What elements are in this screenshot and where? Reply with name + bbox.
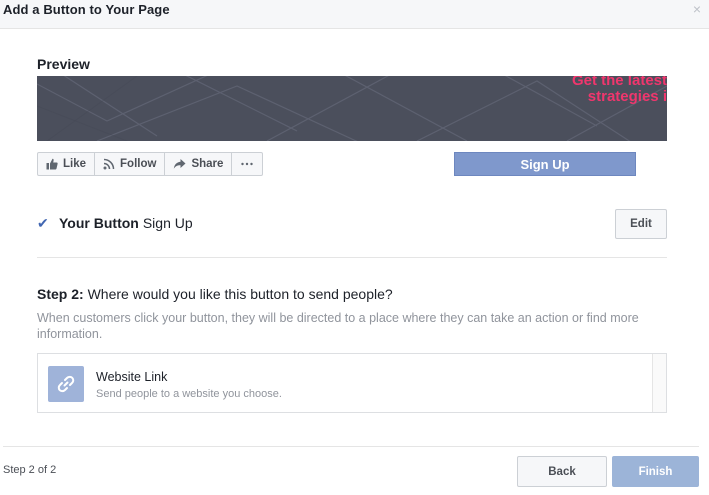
- step-counter: Step 2 of 2: [3, 464, 57, 476]
- option-title: Website Link: [96, 370, 168, 384]
- website-link-option[interactable]: Website Link Send people to a website yo…: [37, 353, 667, 413]
- option-scrollbar[interactable]: [652, 354, 666, 412]
- page-action-bar: Like Follow Share: [37, 152, 264, 176]
- follow-button[interactable]: Follow: [95, 153, 166, 175]
- section-divider: [37, 257, 667, 258]
- close-icon[interactable]: ×: [693, 1, 701, 17]
- option-subtitle: Send people to a website you choose.: [96, 388, 282, 400]
- your-button-label: Your Button: [59, 215, 139, 231]
- more-dots-icon: [241, 162, 254, 166]
- dialog-header: Add a Button to Your Page ×: [0, 0, 709, 29]
- share-arrow-icon: [174, 159, 186, 169]
- dialog-title: Add a Button to Your Page: [3, 2, 170, 17]
- finish-button[interactable]: Finish: [612, 456, 699, 487]
- step2-question: Where would you like this button to send…: [87, 286, 393, 302]
- footer-divider: [3, 446, 699, 447]
- more-button[interactable]: [232, 153, 262, 175]
- share-label: Share: [191, 158, 224, 170]
- like-button[interactable]: Like: [38, 153, 96, 175]
- edit-button[interactable]: Edit: [615, 209, 667, 239]
- preview-heading: Preview: [37, 56, 90, 72]
- step2-heading: Step 2: Where would you like this button…: [37, 286, 393, 302]
- your-button-value: Sign Up: [142, 215, 193, 231]
- link-icon: [48, 366, 84, 402]
- share-button[interactable]: Share: [165, 153, 233, 175]
- cover-photo-preview: Get the latest strategies i: [37, 76, 667, 141]
- thumbs-up-icon: [46, 158, 58, 170]
- banner-text-line2: strategies i: [587, 88, 667, 105]
- back-button[interactable]: Back: [517, 456, 607, 487]
- check-icon: ✔: [37, 215, 49, 231]
- signup-preview-button[interactable]: Sign Up: [454, 152, 636, 176]
- your-button-summary: Your Button Sign Up: [59, 215, 193, 231]
- follow-label: Follow: [120, 158, 157, 170]
- like-label: Like: [63, 158, 87, 170]
- rss-icon: [103, 158, 115, 170]
- step2-description: When customers click your button, they w…: [37, 311, 639, 341]
- step2-label: Step 2:: [37, 286, 84, 302]
